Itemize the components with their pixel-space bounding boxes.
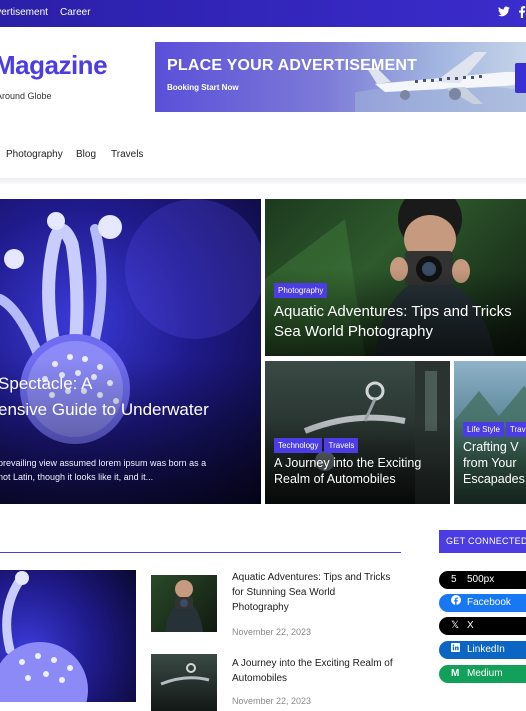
hero-bottom-left-card[interactable]: Technology Travels A Journey into the Exc… — [265, 361, 450, 504]
hero-bottom-right-categories: Life StyleTravels — [463, 419, 526, 437]
ad-title: PLACE YOUR ADVERTISEMENT — [167, 57, 418, 74]
ad-subtitle: Booking Start Now — [167, 83, 239, 92]
social-button-x[interactable]: 𝕏X — [439, 617, 526, 635]
category-badge-travels[interactable]: Travels — [505, 422, 526, 437]
hero-main-excerpt-line1: prevailing view assumed lorem ipsum was … — [0, 458, 207, 468]
social-button-medium[interactable]: M Medium — [439, 665, 526, 683]
post-thumbnail[interactable] — [151, 575, 217, 632]
site-logo[interactable]: Magazine — [0, 50, 108, 81]
hero-top-right-title-line2: Sea World Photography — [274, 323, 433, 340]
post-title[interactable]: Aquatic Adventures: Tips and Tricks for … — [232, 570, 392, 615]
site-tagline: Around Globe — [0, 91, 52, 101]
hero-bottom-left-categories: Technology Travels — [274, 435, 360, 453]
social-button-500px[interactable]: 5 500px — [439, 571, 526, 589]
twitter-icon[interactable] — [498, 6, 510, 20]
hero-main-title-line1: Spectacle: A — [0, 374, 93, 393]
hero-bottom-right-title-line3: Escapades — [463, 472, 525, 486]
social-label: Medium — [467, 668, 503, 679]
nav-item-blog[interactable]: Blog — [76, 149, 96, 160]
social-label: LinkedIn — [467, 644, 505, 655]
hero-top-right-card[interactable]: Photography Aquatic Adventures: Tips and… — [265, 199, 526, 356]
category-badge[interactable]: Photography — [274, 283, 328, 298]
category-badge-life-style[interactable]: Life Style — [463, 422, 504, 437]
post-title[interactable]: A Journey into the Exciting Realm of Aut… — [232, 656, 397, 686]
500px-icon: 5 — [451, 574, 457, 585]
post-thumbnail[interactable] — [151, 654, 217, 711]
photographer-thumbnail — [165, 580, 203, 632]
linkedin-icon — [451, 641, 467, 659]
hero-bottom-left-title-line1: A Journey into the Exciting — [274, 456, 422, 470]
hero-bottom-right-title-line2: from Your — [463, 456, 517, 470]
section-divider — [0, 552, 401, 553]
hero-main-card[interactable]: Spectacle: A ensive Guide to Underwater … — [0, 199, 261, 504]
x-icon: 𝕏 — [451, 620, 460, 631]
hero-top-right-title-line1: Aquatic Adventures: Tips and Tricks — [274, 303, 512, 320]
advertisement-banner[interactable]: PLACE YOUR ADVERTISEMENT Booking Start N… — [155, 42, 526, 112]
social-label: Facebook — [467, 597, 511, 608]
motorcycle-thumbnail — [160, 663, 210, 686]
get-connected-heading: GET CONNECTED — [439, 530, 526, 553]
social-label: 500px — [467, 574, 495, 585]
medium-icon: M — [451, 668, 460, 679]
hero-main-excerpt-line2: not Latin, though it looks like it, and … — [0, 472, 154, 482]
airplane-image — [355, 52, 526, 112]
header-divider — [0, 178, 526, 184]
advertisement-link[interactable]: Advertisement — [0, 7, 48, 18]
social-label: X — [467, 620, 474, 631]
jellyfish-thumbnail — [0, 571, 88, 702]
facebook-icon — [451, 594, 467, 612]
nav-item-travels[interactable]: Travels — [111, 149, 143, 160]
featured-post-image[interactable] — [0, 570, 136, 702]
hero-main-title-line2: ensive Guide to Underwater — [0, 400, 209, 419]
social-button-facebook[interactable]: Facebook — [439, 594, 526, 612]
post-date: November 22, 2023 — [232, 627, 312, 637]
facebook-icon[interactable] — [518, 6, 526, 21]
hero-bottom-right-title-line1: Crafting V — [463, 440, 519, 454]
hero-bottom-left-title-line2: Realm of Automobiles — [274, 472, 396, 486]
hero-bottom-right-card[interactable]: Life StyleTravels Crafting V from Your E… — [454, 361, 526, 504]
category-badge-travels[interactable]: Travels — [324, 438, 359, 453]
career-link[interactable]: Career — [60, 7, 91, 18]
nav-item-photography[interactable]: Photography — [6, 149, 63, 160]
category-badge-technology[interactable]: Technology — [274, 438, 323, 453]
social-button-linkedin[interactable]: LinkedIn — [439, 641, 526, 659]
post-date: November 22, 2023 — [232, 696, 312, 706]
ad-button[interactable] — [515, 63, 526, 93]
